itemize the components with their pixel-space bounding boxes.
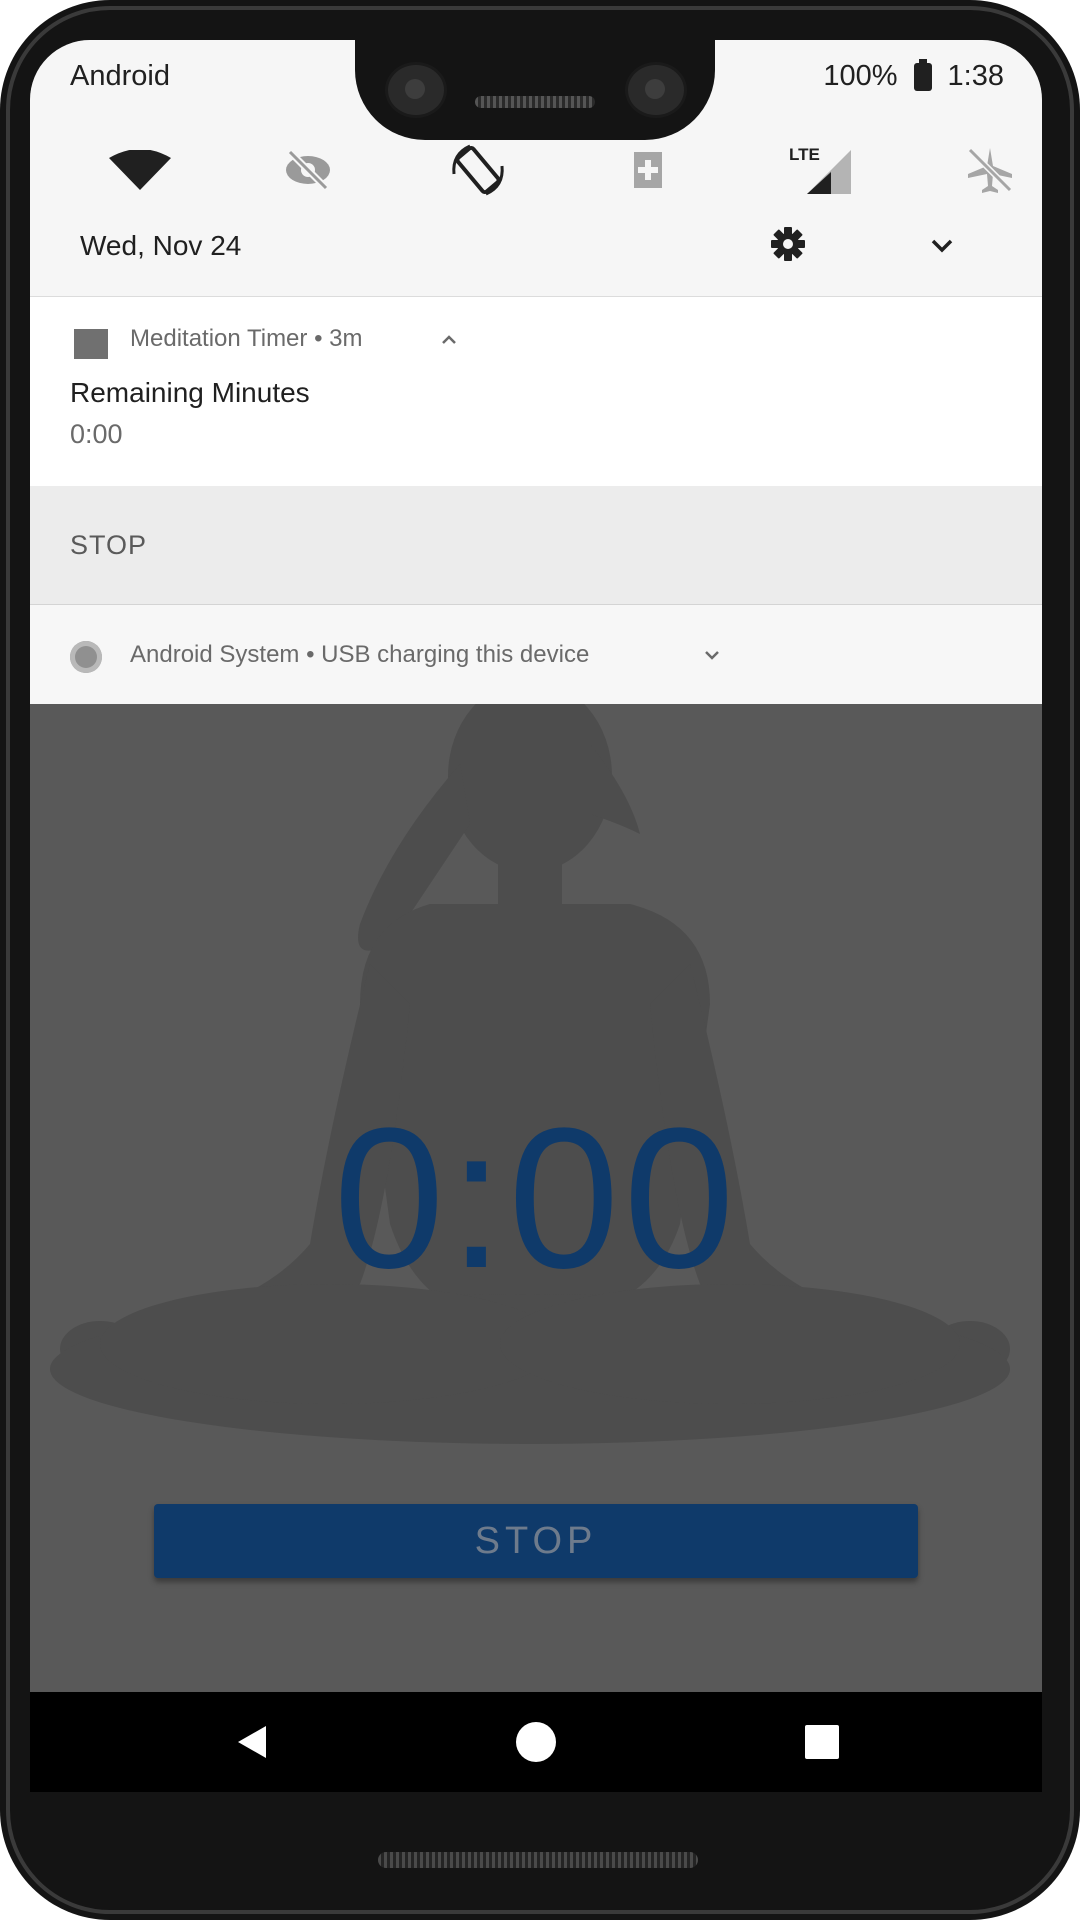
notification-separator: • [314, 325, 323, 352]
earpiece-speaker [475, 96, 595, 108]
notification-separator: • [306, 641, 315, 668]
notification-action-bar: STOP [30, 486, 1042, 604]
navigation-bar [30, 1692, 1042, 1792]
airplane-mode-icon[interactable] [950, 130, 1030, 210]
front-sensor [625, 62, 687, 118]
bottom-speaker-grille [378, 1852, 698, 1868]
home-icon[interactable] [510, 1716, 562, 1768]
wifi-icon[interactable] [100, 130, 180, 210]
expand-chevron-down-icon[interactable] [702, 645, 722, 665]
stop-button[interactable]: STOP [154, 1504, 918, 1578]
notification-title: Remaining Minutes [70, 377, 310, 408]
quick-settings-row: LTE [30, 130, 1042, 210]
auto-rotate-icon[interactable] [438, 130, 518, 210]
timer-display: 0:00 [333, 1087, 739, 1310]
front-camera [385, 62, 447, 118]
meditation-app-screen: 0:00 STOP [30, 704, 1042, 1692]
settings-gear-icon[interactable] [768, 224, 808, 264]
screen: Android 100% 1:38 LTE Wed, Nov 24 Medita… [30, 40, 1042, 1792]
android-system-icon [70, 641, 102, 673]
phone-frame: Android 100% 1:38 LTE Wed, Nov 24 Medita… [0, 0, 1080, 1920]
battery-icon [913, 58, 932, 91]
expand-chevron-down-icon[interactable] [924, 228, 960, 264]
date-label: Wed, Nov 24 [80, 230, 242, 261]
notification-app-name: Meditation Timer [130, 325, 308, 352]
notification-stop-action[interactable]: STOP [70, 530, 147, 561]
lte-signal-icon[interactable]: LTE [782, 130, 862, 210]
notification-header: Android System • USB charging this devic… [130, 641, 589, 669]
battery-percent: 100% [823, 60, 898, 92]
notification-app-name: Android System [130, 641, 300, 668]
clock: 1:38 [947, 60, 1004, 92]
notification-age: 3m [329, 325, 363, 352]
camera-notch [355, 40, 715, 140]
app-icon [74, 329, 108, 359]
status-right: 100% 1:38 [823, 58, 1004, 93]
lte-label: LTE [789, 145, 820, 164]
carrier-label: Android [70, 60, 170, 92]
notification-text: USB charging this device [321, 641, 590, 668]
android-system-notification[interactable]: Android System • USB charging this devic… [30, 604, 1042, 705]
meditation-timer-notification[interactable]: Meditation Timer • 3m Remaining Minutes … [30, 296, 1042, 487]
notification-header: Meditation Timer • 3m [130, 325, 363, 353]
battery-saver-icon[interactable] [608, 130, 688, 210]
recents-icon[interactable] [796, 1716, 848, 1768]
collapse-chevron-up-icon[interactable] [438, 329, 460, 351]
data-saver-off-icon[interactable] [268, 130, 348, 210]
back-icon[interactable] [226, 1716, 278, 1768]
notification-text: 0:00 [70, 419, 123, 449]
